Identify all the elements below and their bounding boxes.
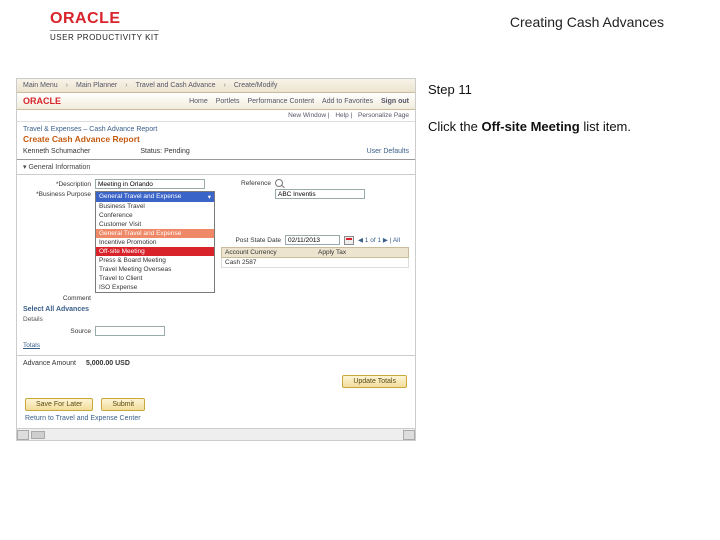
calendar-icon[interactable] <box>344 236 354 245</box>
update-totals-button[interactable]: Update Totals <box>342 375 407 388</box>
advance-amount-label: Advance Amount <box>23 360 76 367</box>
user-defaults-link[interactable]: User Defaults <box>367 148 409 155</box>
submit-button[interactable]: Submit <box>101 398 145 411</box>
oracle-logo-block: ORACLE USER PRODUCTIVITY KIT <box>50 10 159 42</box>
status-value: Pending <box>164 148 190 155</box>
link-help[interactable]: Help <box>335 112 348 119</box>
embedded-screenshot: Main Menu› Main Planner› Travel and Cash… <box>16 78 416 441</box>
scroll-left-arrow-icon[interactable] <box>17 430 29 440</box>
tab-signout[interactable]: Sign out <box>381 98 409 105</box>
advance-amount-value: 5,000.00 USD <box>86 360 130 367</box>
table-row: Cash 2587 <box>221 258 409 268</box>
instruction-target: Off-site Meeting <box>481 119 579 134</box>
row-nav[interactable]: ◀ 1 of 1 ▶ | All <box>358 236 400 244</box>
crumb-item[interactable]: Main Menu <box>23 82 58 89</box>
instruction-panel: Step 11 Click the Off-site Meeting list … <box>428 78 704 441</box>
source-input[interactable] <box>95 326 165 336</box>
module-path: Travel & Expenses – Cash Advance Report <box>17 122 415 133</box>
section-general-info[interactable]: ▾ General Information <box>17 160 415 175</box>
dropdown-option[interactable]: Conference <box>96 211 214 220</box>
dropdown-option[interactable]: Press & Board Meeting <box>96 256 214 265</box>
post-date-input[interactable] <box>285 235 340 245</box>
dropdown-option[interactable]: Travel Meeting Overseas <box>96 265 214 274</box>
tab-favorites[interactable]: Add to Favorites <box>322 98 373 105</box>
dropdown-option[interactable]: ISO Expense <box>96 283 214 292</box>
tab-portlets[interactable]: Portlets <box>216 98 240 105</box>
instruction-prefix: Click the <box>428 119 481 134</box>
step-number: Step 11 <box>428 82 704 97</box>
dropdown-option[interactable]: Travel to Client <box>96 274 214 283</box>
scroll-thumb[interactable] <box>31 431 45 439</box>
report-title: Create Cash Advance Report <box>17 133 415 146</box>
business-purpose-label: *Business Purpose <box>23 191 91 198</box>
dropdown-option[interactable]: Business Travel <box>96 202 214 211</box>
dropdown-option-offsite-meeting[interactable]: Off-site Meeting <box>96 247 214 256</box>
save-for-later-button[interactable]: Save For Later <box>25 398 93 411</box>
link-personalize[interactable]: Personalize Page <box>358 112 409 119</box>
source-label: Source <box>23 328 91 335</box>
crumb-item[interactable]: Travel and Cash Advance <box>136 82 216 89</box>
search-icon[interactable] <box>275 179 283 187</box>
col-header: Apply Tax <box>318 249 405 256</box>
description-input[interactable] <box>95 179 205 189</box>
crumb-item[interactable]: Create/Modify <box>234 82 278 89</box>
scroll-right-arrow-icon[interactable] <box>403 430 415 440</box>
select-all-advances-header[interactable]: Select All Advances <box>23 304 215 315</box>
chevron-down-icon: ▾ <box>208 193 211 201</box>
dropdown-option[interactable]: General Travel and Expense <box>96 229 214 238</box>
tab-home[interactable]: Home <box>189 98 208 105</box>
dropdown-selected: General Travel and Expense <box>99 193 181 201</box>
upk-subbrand: USER PRODUCTIVITY KIT <box>50 30 159 42</box>
employee-meta-row: Kenneth Schumacher Status: Pending User … <box>17 146 415 160</box>
reference-label: Reference <box>221 180 271 187</box>
horizontal-scrollbar[interactable] <box>17 428 415 440</box>
instruction-suffix: list item. <box>580 119 631 134</box>
breadcrumb: Main Menu› Main Planner› Travel and Cash… <box>17 79 415 93</box>
advance-amount-row: Advance Amount 5,000.00 USD <box>17 355 415 371</box>
app-header-bar: ORACLE Home Portlets Performance Content… <box>17 93 415 110</box>
header-tabs: Home Portlets Performance Content Add to… <box>189 98 409 105</box>
description-label: *Description <box>23 181 91 188</box>
post-date-label: Post State Date <box>221 237 281 244</box>
cell: Cash 2587 <box>225 259 312 266</box>
tab-performance[interactable]: Performance Content <box>247 98 314 105</box>
sub-header-links: New Window | Help | Personalize Page <box>17 110 415 122</box>
business-purpose-dropdown[interactable]: General Travel and Expense ▾ Business Tra… <box>95 191 215 293</box>
oracle-mini-logo: ORACLE <box>23 96 61 106</box>
return-link[interactable]: Return to Travel and Expense Center <box>17 415 415 428</box>
dropdown-option[interactable]: Incentive Promotion <box>96 238 214 247</box>
crumb-item[interactable]: Main Planner <box>76 82 117 89</box>
currency-grid: Account Currency Apply Tax Cash 2587 <box>221 247 409 268</box>
details-subheader: Details <box>23 315 215 326</box>
totals-link[interactable]: Totals <box>23 342 40 349</box>
col-header: Account Currency <box>225 249 312 256</box>
status-label: Status: <box>140 148 162 155</box>
reference-input[interactable] <box>275 189 365 199</box>
page-title: Creating Cash Advances <box>510 10 704 30</box>
dropdown-option[interactable]: Customer Visit <box>96 220 214 229</box>
cell <box>318 259 405 266</box>
step-instruction: Click the Off-site Meeting list item. <box>428 119 704 136</box>
comment-label: Comment <box>23 295 91 302</box>
link-new-window[interactable]: New Window <box>288 112 326 119</box>
oracle-logo: ORACLE <box>50 10 159 28</box>
employee-name: Kenneth Schumacher <box>23 148 90 155</box>
